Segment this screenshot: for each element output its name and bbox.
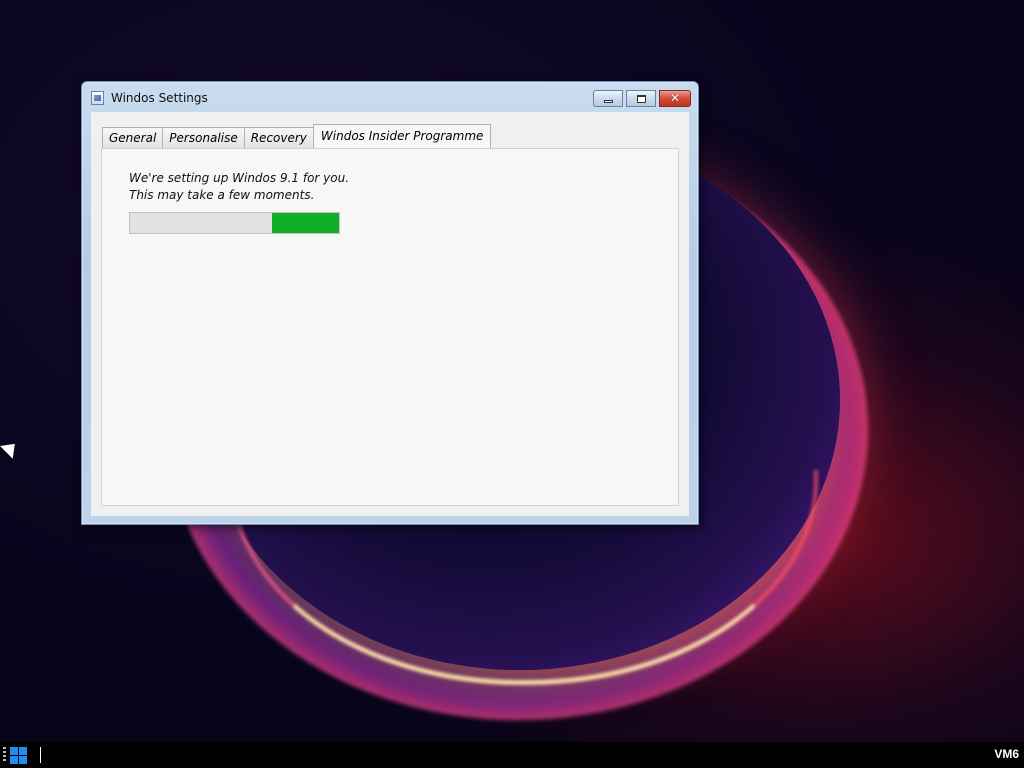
title-bar[interactable]: Windos Settings ✕	[82, 82, 698, 112]
close-button[interactable]: ✕	[659, 90, 691, 107]
vm-label: VM6	[994, 747, 1019, 761]
window-title: Windos Settings	[111, 91, 208, 105]
tab-panel: We're setting up Windos 9.1 for you. Thi…	[101, 148, 679, 506]
status-message: We're setting up Windos 9.1 for you. Thi…	[129, 170, 349, 204]
progress-bar	[129, 212, 340, 234]
taskbar-text-caret	[40, 747, 41, 763]
close-icon: ✕	[669, 91, 681, 105]
tab-recovery[interactable]: Recovery	[243, 127, 313, 148]
caption-buttons: ✕	[593, 90, 691, 107]
mouse-cursor-icon	[0, 437, 22, 459]
status-line-2: This may take a few moments.	[129, 188, 315, 202]
taskbar: VM6	[0, 742, 1024, 768]
tab-windos-insider-programme[interactable]: Windos Insider Programme	[312, 124, 492, 148]
progress-bar-fill	[272, 213, 339, 233]
windows-logo-icon[interactable]	[10, 747, 27, 764]
maximize-button[interactable]	[626, 90, 656, 107]
window-client-area: General Personalise Recovery Windos Insi…	[91, 112, 689, 516]
settings-window: Windos Settings ✕ General Personalise Re…	[81, 81, 699, 525]
tab-general[interactable]: General	[102, 127, 163, 148]
minimize-button[interactable]	[593, 90, 623, 107]
tab-strip: General Personalise Recovery Windos Insi…	[102, 124, 492, 148]
settings-app-icon	[91, 91, 104, 105]
status-line-1: We're setting up Windos 9.1 for you.	[129, 171, 350, 185]
tab-personalise[interactable]: Personalise	[162, 127, 244, 148]
taskbar-grip[interactable]	[3, 747, 6, 763]
